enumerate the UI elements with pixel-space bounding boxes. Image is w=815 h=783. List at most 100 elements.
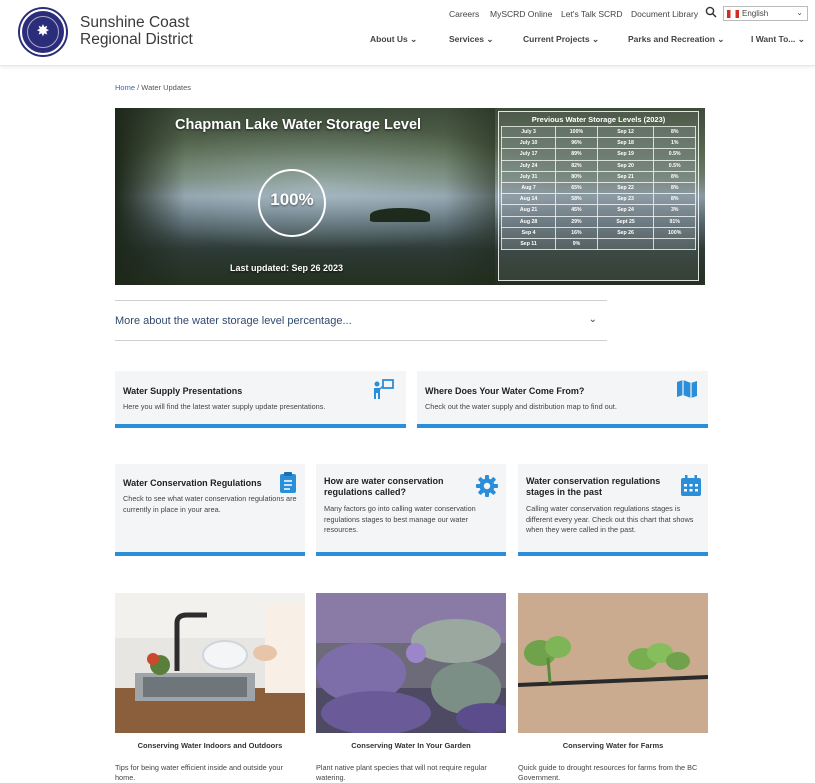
last-updated: Last updated: Sep 26 2023	[230, 263, 344, 273]
levels-value-cell: 9%	[555, 237, 598, 251]
levels-date-cell: July 17	[500, 148, 557, 161]
levels-value-cell	[653, 237, 696, 251]
levels-date-cell: Sep 11	[500, 237, 557, 251]
levels-value-cell: 45%	[555, 204, 598, 217]
tile-image-indoors-outdoors[interactable]	[115, 593, 305, 733]
levels-date-cell: Sep 24	[596, 204, 655, 217]
map-icon	[677, 380, 697, 398]
card-title: Where Does Your Water Come From?	[425, 386, 585, 396]
levels-date-cell: Sep 26	[596, 226, 655, 239]
card-title: Water conservation regulations stages in…	[526, 476, 661, 497]
tile-desc-farms: Quick guide to drought resources for far…	[518, 763, 698, 782]
levels-row: Aug 14 58% Sep 23 8%	[500, 193, 696, 206]
utility-link-lets-talk[interactable]: Let's Talk SCRD	[561, 9, 622, 19]
levels-value-cell: 58%	[555, 193, 598, 206]
card-where-water-comes-from[interactable]: Where Does Your Water Come From? Check o…	[417, 371, 708, 428]
language-value: English	[742, 9, 769, 18]
card-water-supply-presentations[interactable]: Water Supply Presentations Here you will…	[115, 371, 406, 428]
nav-parks-and-recreation[interactable]: Parks and Recreation ⌄	[628, 34, 724, 45]
hero-island	[370, 208, 430, 222]
breadcrumb-home[interactable]: Home	[115, 83, 135, 92]
levels-value-cell: 16%	[555, 226, 598, 239]
levels-value-cell: 3%	[653, 204, 696, 217]
card-conservation-regulations[interactable]: Water Conservation Regulations Check to …	[115, 464, 305, 556]
levels-date-cell: Sept 25	[596, 215, 655, 228]
levels-date-cell	[596, 237, 655, 251]
breadcrumb: Home / Water Updates	[115, 83, 191, 92]
brand-line-1: Sunshine Coast	[80, 14, 190, 31]
brand-line-2: Regional District	[80, 31, 193, 48]
levels-date-cell: Aug 14	[500, 193, 557, 206]
levels-row: July 24 82% Sep 20 0.5%	[500, 159, 696, 172]
card-title: Water Supply Presentations	[123, 386, 243, 396]
levels-date-cell: Sep 20	[596, 159, 655, 172]
presenter-icon	[374, 379, 394, 399]
levels-value-cell: 100%	[555, 125, 598, 139]
site-logo[interactable]: ✸	[20, 9, 66, 55]
nav-services[interactable]: Services ⌄	[449, 34, 493, 45]
accordion-label: More about the water storage level perce…	[115, 315, 352, 327]
calendar-icon	[681, 475, 701, 496]
levels-value-cell: 82%	[555, 159, 598, 172]
gear-icon	[476, 475, 498, 497]
levels-value-cell: 8%	[653, 170, 696, 183]
nav-about-us[interactable]: About Us ⌄	[370, 34, 417, 45]
levels-row: Aug 21 45% Sep 24 3%	[500, 204, 696, 217]
levels-row: Aug 7 65% Sep 22 8%	[500, 181, 696, 195]
levels-row: July 31 80% Sep 21 8%	[500, 170, 696, 183]
levels-row: Sep 4 16% Sep 26 100%	[500, 226, 696, 239]
language-select[interactable]: English ⌄	[723, 6, 808, 21]
chevron-down-icon: ⌄	[588, 314, 597, 325]
card-title: How are water conservation regulations c…	[324, 476, 444, 497]
tile-desc-indoors-outdoors: Tips for being water efficient inside an…	[115, 763, 283, 782]
levels-row: Sep 11 9%	[500, 237, 696, 251]
hero-title: Chapman Lake Water Storage Level	[175, 117, 422, 133]
levels-value-cell: 89%	[555, 148, 598, 161]
levels-row: July 10 96% Sep 18 1%	[500, 137, 696, 150]
water-level-hero: Chapman Lake Water Storage Level 100% La…	[115, 108, 705, 285]
nav-i-want-to[interactable]: I Want To... ⌄	[751, 34, 805, 45]
card-description: Many factors go into calling water conse…	[324, 504, 476, 534]
tile-caption-garden[interactable]: Conserving Water In Your Garden	[316, 741, 506, 750]
levels-row: July 3 100% Sep 12 8%	[500, 125, 696, 139]
tile-caption-farms[interactable]: Conserving Water for Farms	[518, 741, 708, 750]
levels-date-cell: July 3	[500, 125, 557, 139]
clipboard-icon	[280, 472, 296, 493]
levels-date-cell: Aug 7	[500, 181, 557, 195]
levels-date-cell: Aug 21	[500, 204, 557, 217]
card-regulations-history[interactable]: Water conservation regulations stages in…	[518, 464, 708, 556]
levels-value-cell: 8%	[653, 193, 696, 206]
levels-row: July 17 89% Sep 19 0.5%	[500, 148, 696, 161]
brand-name[interactable]: Sunshine Coast Regional District	[80, 14, 193, 48]
levels-date-cell: Sep 23	[596, 193, 655, 206]
search-icon[interactable]	[705, 6, 717, 18]
levels-value-cell: 1%	[653, 137, 696, 150]
levels-table-grid: July 3 100% Sep 12 8% July 10 96% Sep 18 1% July…	[500, 125, 696, 251]
tile-image-garden[interactable]	[316, 593, 506, 733]
utility-link-myscrd[interactable]: MySCRD Online	[490, 9, 552, 19]
tile-caption-indoors-outdoors[interactable]: Conserving Water Indoors and Outdoors	[115, 741, 305, 750]
water-level-accordion[interactable]: More about the water storage level perce…	[115, 300, 607, 341]
levels-date-cell: Sep 21	[596, 170, 655, 183]
utility-link-careers[interactable]: Careers	[449, 9, 479, 19]
card-how-regulations-called[interactable]: How are water conservation regulations c…	[316, 464, 506, 556]
levels-value-cell: 80%	[555, 170, 598, 183]
levels-date-cell: July 10	[500, 137, 557, 150]
levels-date-cell: Sep 22	[596, 181, 655, 195]
card-description: Check to see what water conservation reg…	[123, 494, 297, 514]
levels-date-cell: Aug 28	[500, 215, 557, 228]
levels-value-cell: 65%	[555, 181, 598, 195]
kitchen-sink-image	[115, 593, 305, 733]
card-description: Check out the water supply and distribut…	[425, 402, 617, 411]
breadcrumb-current: Water Updates	[141, 83, 192, 92]
utility-link-document-library[interactable]: Document Library	[631, 9, 698, 19]
levels-value-cell: 0.5%	[653, 148, 696, 161]
levels-date-cell: July 24	[500, 159, 557, 172]
card-description: Calling water conservation regulations s…	[526, 504, 694, 534]
garden-plants-image	[316, 593, 506, 733]
levels-date-cell: Sep 19	[596, 148, 655, 161]
nav-current-projects[interactable]: Current Projects ⌄	[523, 34, 599, 45]
levels-date-cell: July 31	[500, 170, 557, 183]
tile-image-farms[interactable]	[518, 593, 708, 733]
levels-date-cell: Sep 12	[596, 125, 655, 139]
